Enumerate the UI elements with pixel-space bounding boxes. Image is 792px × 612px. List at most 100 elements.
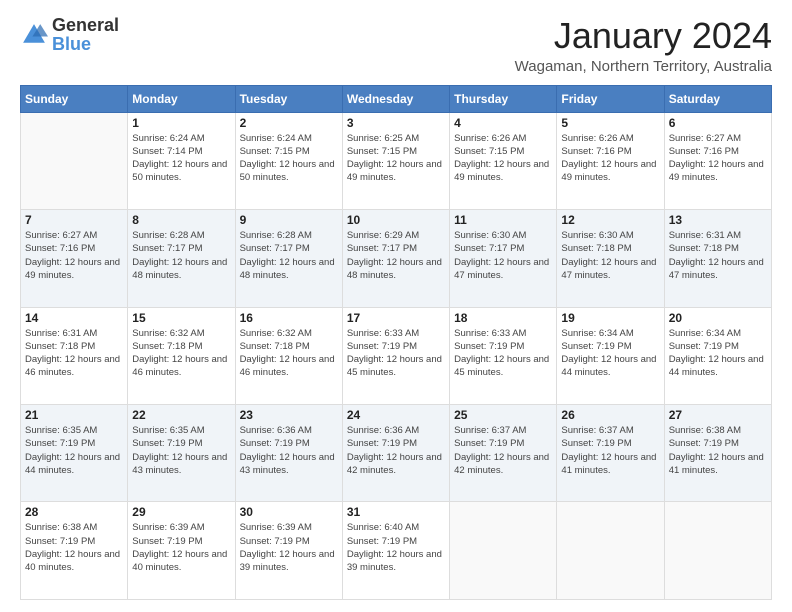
logo-general: General <box>52 15 119 35</box>
calendar-week-row: 1Sunrise: 6:24 AMSunset: 7:14 PMDaylight… <box>21 112 772 209</box>
day-number: 30 <box>240 505 338 519</box>
daylight-text-2: 43 minutes. <box>132 464 230 477</box>
sunset-text: Sunset: 7:19 PM <box>561 437 659 450</box>
table-row: 28Sunrise: 6:38 AMSunset: 7:19 PMDayligh… <box>21 502 128 600</box>
sunset-text: Sunset: 7:17 PM <box>454 242 552 255</box>
daylight-text: Daylight: 12 hours and <box>240 451 338 464</box>
daylight-text-2: 40 minutes. <box>25 561 123 574</box>
day-number: 21 <box>25 408 123 422</box>
daylight-text: Daylight: 12 hours and <box>132 451 230 464</box>
daylight-text-2: 50 minutes. <box>132 171 230 184</box>
col-sunday: Sunday <box>21 85 128 112</box>
day-info: Sunrise: 6:32 AMSunset: 7:18 PMDaylight:… <box>240 327 338 380</box>
daylight-text: Daylight: 12 hours and <box>561 158 659 171</box>
daylight-text-2: 49 minutes. <box>669 171 767 184</box>
sunset-text: Sunset: 7:17 PM <box>132 242 230 255</box>
sunset-text: Sunset: 7:19 PM <box>454 437 552 450</box>
sunset-text: Sunset: 7:18 PM <box>132 340 230 353</box>
table-row: 30 Sunrise: 6:39 AMSunset: 7:19 PMDayligh… <box>235 502 342 600</box>
sunrise-text: Sunrise: 6:32 AM <box>240 327 338 340</box>
sunset-text: Sunset: 7:18 PM <box>240 340 338 353</box>
sunset-text: Sunset: 7:16 PM <box>25 242 123 255</box>
sunrise-text: Sunrise: 6:38 AM <box>25 521 123 534</box>
calendar-week-row: 21 Sunrise: 6:35 AMSunset: 7:19 PMDayligh… <box>21 405 772 502</box>
table-row: 24Sunrise: 6:36 AMSunset: 7:19 PMDayligh… <box>342 405 449 502</box>
day-number: 20 <box>669 311 767 325</box>
table-row: 6Sunrise: 6:27 AMSunset: 7:16 PMDaylight… <box>664 112 771 209</box>
daylight-text: Daylight: 12 hours and <box>454 256 552 269</box>
sunrise-text: Sunrise: 6:37 AM <box>454 424 552 437</box>
sunset-text: Sunset: 7:19 PM <box>669 437 767 450</box>
daylight-text-2: 49 minutes. <box>454 171 552 184</box>
day-info: Sunrise: 6:35 AMSunset: 7:19 PMDaylight:… <box>25 424 123 477</box>
day-info: Sunrise: 6:38 AMSunset: 7:19 PMDaylight:… <box>25 521 123 574</box>
daylight-text: Daylight: 12 hours and <box>454 158 552 171</box>
table-row: 20 Sunrise: 6:34 AMSunset: 7:19 PMDayligh… <box>664 307 771 404</box>
day-info: Sunrise: 6:31 AMSunset: 7:18 PMDaylight:… <box>669 229 767 282</box>
header: General Blue January 2024 Wagaman, North… <box>20 16 772 75</box>
day-info: Sunrise: 6:34 AMSunset: 7:19 PMDaylight:… <box>669 327 767 380</box>
daylight-text: Daylight: 12 hours and <box>347 451 445 464</box>
day-number: 7 <box>25 213 123 227</box>
daylight-text: Daylight: 12 hours and <box>561 451 659 464</box>
table-row: 11Sunrise: 6:30 AMSunset: 7:17 PMDayligh… <box>450 210 557 307</box>
daylight-text: Daylight: 12 hours and <box>132 353 230 366</box>
day-number: 6 <box>669 116 767 130</box>
day-info: Sunrise: 6:34 AMSunset: 7:19 PMDaylight:… <box>561 327 659 380</box>
day-info: Sunrise: 6:28 AMSunset: 7:17 PMDaylight:… <box>132 229 230 282</box>
table-row <box>557 502 664 600</box>
daylight-text: Daylight: 12 hours and <box>669 158 767 171</box>
table-row: 4 Sunrise: 6:26 AMSunset: 7:15 PMDaylight… <box>450 112 557 209</box>
daylight-text: Daylight: 12 hours and <box>25 548 123 561</box>
day-info: Sunrise: 6:38 AMSunset: 7:19 PMDaylight:… <box>669 424 767 477</box>
day-number: 18 <box>454 311 552 325</box>
sunrise-text: Sunrise: 6:37 AM <box>561 424 659 437</box>
table-row: 9Sunrise: 6:28 AMSunset: 7:17 PMDaylight… <box>235 210 342 307</box>
daylight-text: Daylight: 12 hours and <box>240 353 338 366</box>
table-row: 23Sunrise: 6:36 AMSunset: 7:19 PMDayligh… <box>235 405 342 502</box>
sunset-text: Sunset: 7:16 PM <box>669 145 767 158</box>
sunset-text: Sunset: 7:19 PM <box>561 340 659 353</box>
sunrise-text: Sunrise: 6:30 AM <box>561 229 659 242</box>
sunrise-text: Sunrise: 6:33 AM <box>454 327 552 340</box>
day-number: 24 <box>347 408 445 422</box>
sunset-text: Sunset: 7:15 PM <box>240 145 338 158</box>
sunrise-text: Sunrise: 6:24 AM <box>240 132 338 145</box>
daylight-text: Daylight: 12 hours and <box>347 256 445 269</box>
day-info: Sunrise: 6:33 AMSunset: 7:19 PMDaylight:… <box>454 327 552 380</box>
daylight-text-2: 49 minutes. <box>561 171 659 184</box>
sunset-text: Sunset: 7:18 PM <box>669 242 767 255</box>
sunrise-text: Sunrise: 6:30 AM <box>454 229 552 242</box>
day-info: Sunrise: 6:37 AMSunset: 7:19 PMDaylight:… <box>454 424 552 477</box>
day-number: 4 <box>454 116 552 130</box>
table-row: 22Sunrise: 6:35 AMSunset: 7:19 PMDayligh… <box>128 405 235 502</box>
daylight-text-2: 48 minutes. <box>240 269 338 282</box>
day-number: 15 <box>132 311 230 325</box>
day-number: 27 <box>669 408 767 422</box>
sunset-text: Sunset: 7:19 PM <box>347 340 445 353</box>
daylight-text-2: 39 minutes. <box>240 561 338 574</box>
sunrise-text: Sunrise: 6:38 AM <box>669 424 767 437</box>
day-info: Sunrise: 6:26 AMSunset: 7:15 PMDaylight:… <box>454 132 552 185</box>
sunrise-text: Sunrise: 6:26 AM <box>561 132 659 145</box>
col-saturday: Saturday <box>664 85 771 112</box>
sunrise-text: Sunrise: 6:33 AM <box>347 327 445 340</box>
table-row: 18 Sunrise: 6:33 AMSunset: 7:19 PMDayligh… <box>450 307 557 404</box>
day-number: 22 <box>132 408 230 422</box>
day-number: 9 <box>240 213 338 227</box>
sunrise-text: Sunrise: 6:25 AM <box>347 132 445 145</box>
day-info: Sunrise: 6:27 AMSunset: 7:16 PMDaylight:… <box>25 229 123 282</box>
day-info: Sunrise: 6:39 AMSunset: 7:19 PMDaylight:… <box>240 521 338 574</box>
daylight-text: Daylight: 12 hours and <box>25 451 123 464</box>
table-row: 17Sunrise: 6:33 AMSunset: 7:19 PMDayligh… <box>342 307 449 404</box>
day-number: 26 <box>561 408 659 422</box>
table-row: 21 Sunrise: 6:35 AMSunset: 7:19 PMDayligh… <box>21 405 128 502</box>
sunrise-text: Sunrise: 6:29 AM <box>347 229 445 242</box>
sunrise-text: Sunrise: 6:34 AM <box>561 327 659 340</box>
daylight-text-2: 50 minutes. <box>240 171 338 184</box>
daylight-text: Daylight: 12 hours and <box>25 256 123 269</box>
day-info: Sunrise: 6:24 AMSunset: 7:14 PMDaylight:… <box>132 132 230 185</box>
day-info: Sunrise: 6:24 AMSunset: 7:15 PMDaylight:… <box>240 132 338 185</box>
table-row: 14Sunrise: 6:31 AMSunset: 7:18 PMDayligh… <box>21 307 128 404</box>
sunrise-text: Sunrise: 6:36 AM <box>240 424 338 437</box>
